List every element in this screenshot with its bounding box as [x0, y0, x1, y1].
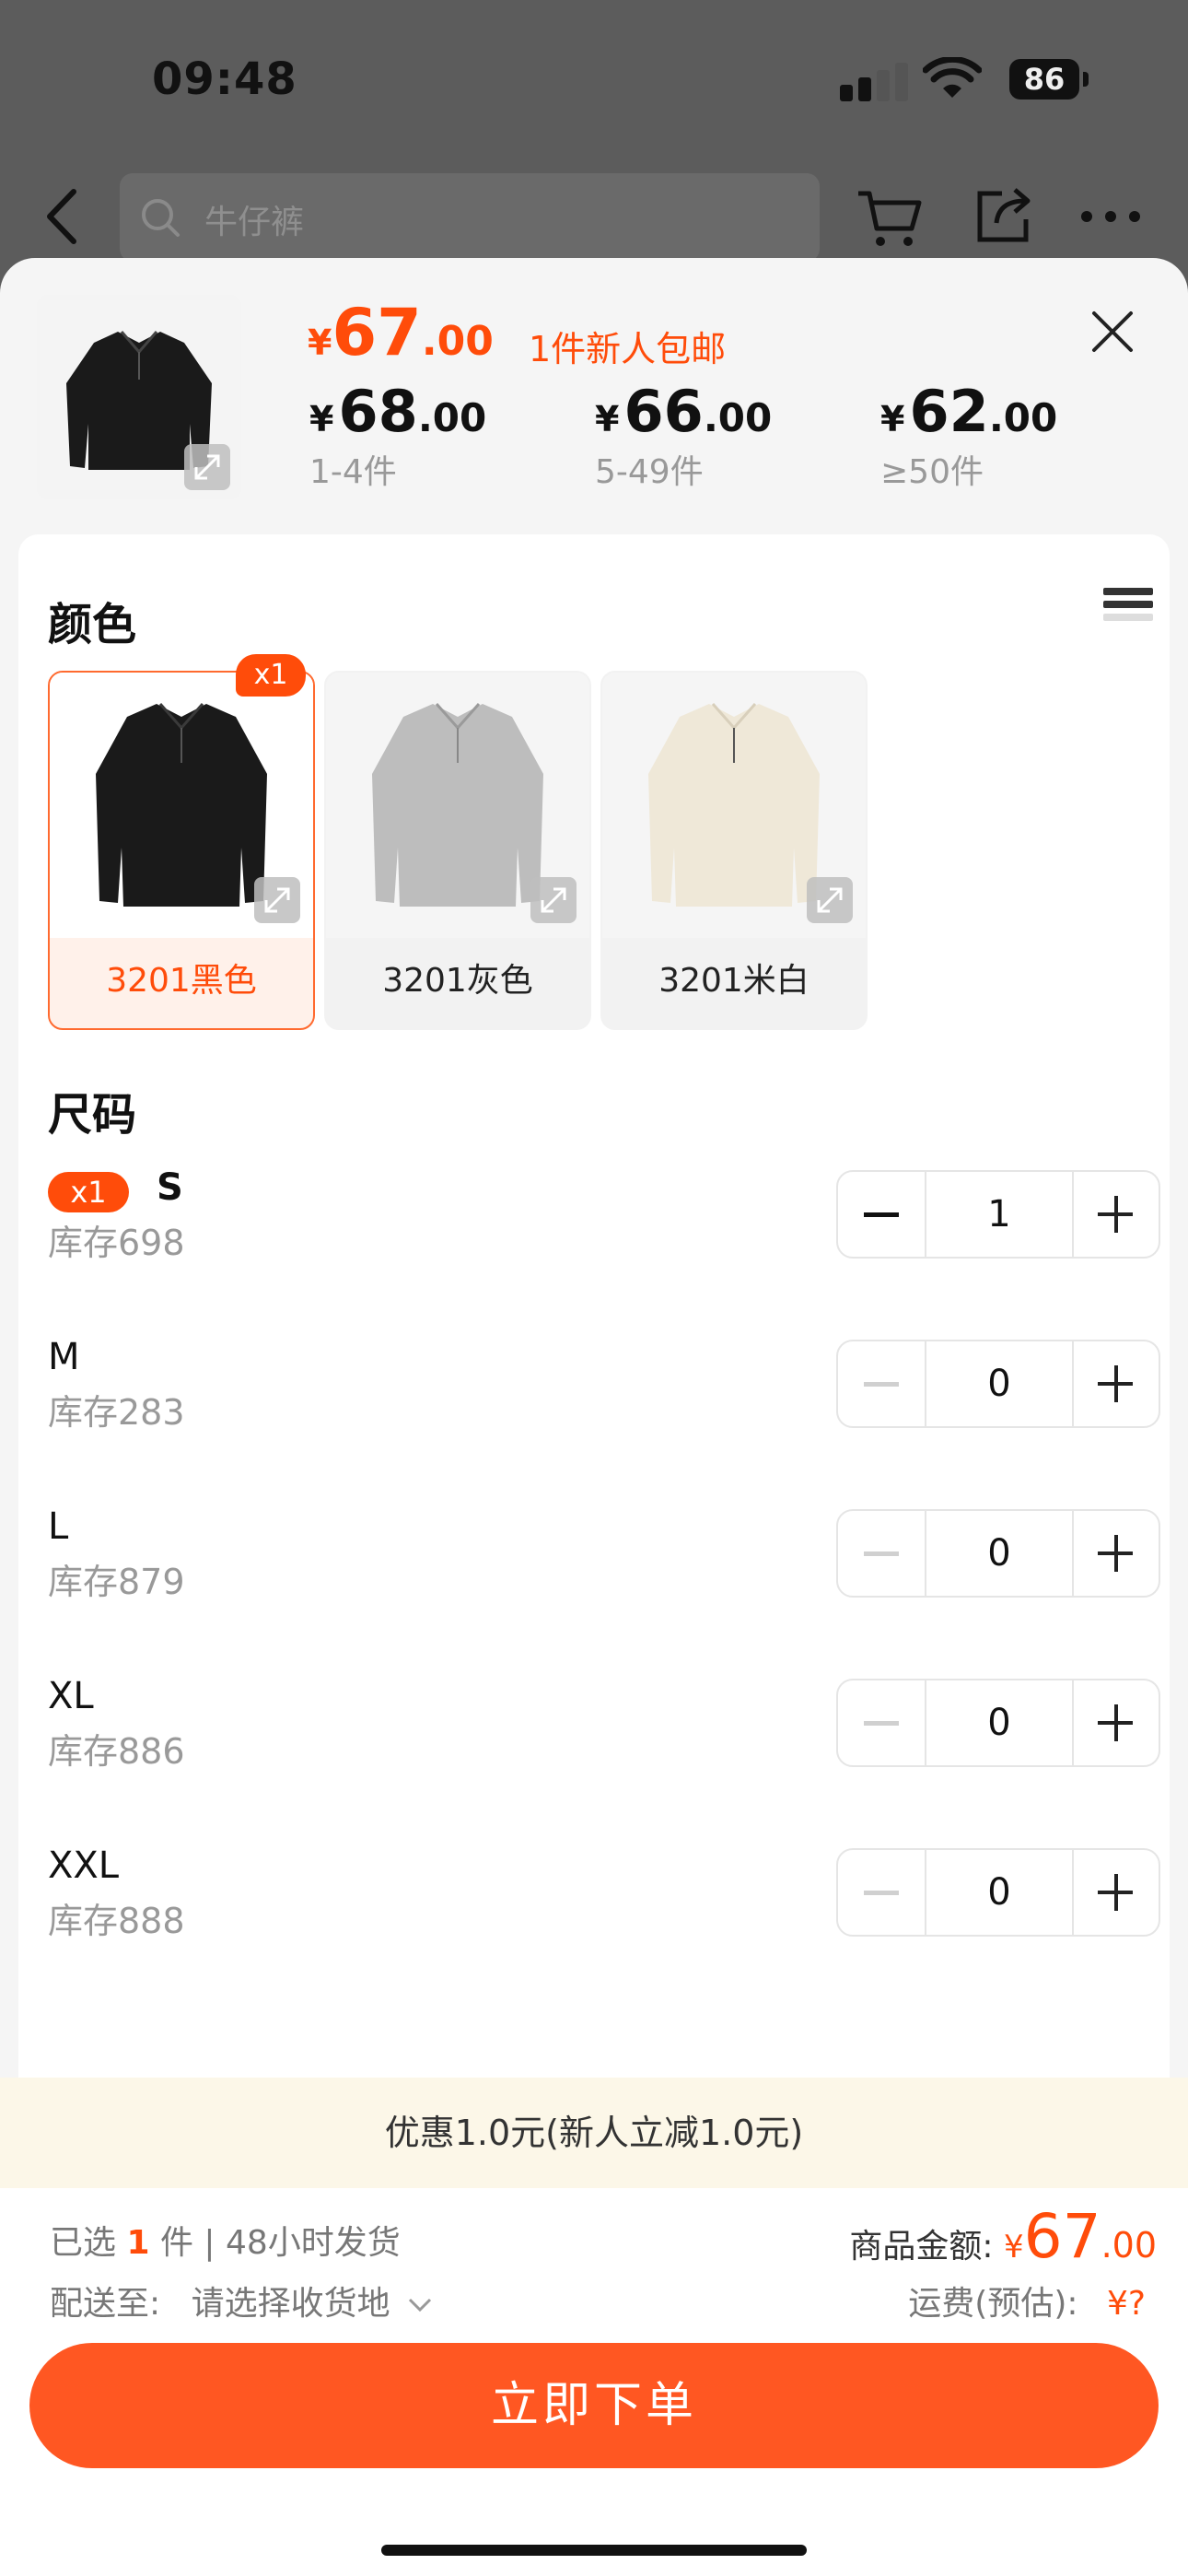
- quantity-stepper: 0: [836, 1848, 1160, 1937]
- current-price: ¥67.00: [308, 295, 494, 370]
- decrease-button[interactable]: [838, 1511, 926, 1596]
- price-tier: ¥ 68.00 1-4件: [309, 378, 487, 491]
- shipping-fee: 运费(预估): ¥?: [908, 2285, 1146, 2323]
- increase-button[interactable]: [1074, 1680, 1159, 1765]
- size-label: XL: [48, 1675, 94, 1717]
- selected-count-badge: x1: [48, 1172, 129, 1212]
- share-icon[interactable]: [971, 184, 1035, 249]
- search-placeholder: 牛仔裤: [204, 204, 305, 241]
- increase-button[interactable]: [1074, 1341, 1159, 1426]
- selected-count-badge: x1: [236, 654, 306, 697]
- color-option-image: [326, 673, 589, 938]
- size-row: x1 S 库存698 1: [48, 1166, 1162, 1277]
- cart-icon[interactable]: [855, 182, 925, 252]
- color-option[interactable]: 3201灰色: [324, 671, 591, 1030]
- close-icon[interactable]: [1087, 306, 1138, 357]
- color-section-title: 颜色: [48, 599, 137, 650]
- quantity-value[interactable]: 0: [926, 1341, 1074, 1426]
- increase-button[interactable]: [1074, 1172, 1159, 1257]
- price-tier: ¥ 62.00 ≥50件: [880, 378, 1058, 491]
- quantity-value[interactable]: 1: [926, 1172, 1074, 1257]
- increase-button[interactable]: [1074, 1511, 1159, 1596]
- tier-range: ≥50件: [880, 453, 984, 491]
- size-stock: 库存879: [48, 1562, 185, 1602]
- size-row: M 库存283 0: [48, 1336, 1162, 1446]
- decrease-button[interactable]: [838, 1850, 926, 1935]
- battery-indicator: 86: [1009, 59, 1089, 100]
- home-indicator: [381, 2545, 807, 2556]
- expand-icon[interactable]: [530, 877, 577, 923]
- search-icon: [142, 199, 180, 237]
- product-thumbnail[interactable]: [37, 295, 241, 499]
- options-card: 颜色 3201黑色 x1 3201灰色 3201米白 尺码 x1 S 库存698…: [18, 534, 1170, 2322]
- size-stock: 库存886: [48, 1731, 185, 1772]
- minus-icon: [864, 1891, 899, 1895]
- size-label: XXL: [48, 1844, 120, 1887]
- minus-icon: [864, 1382, 899, 1387]
- color-option-label: 3201黑色: [106, 962, 257, 1000]
- increase-button[interactable]: [1074, 1850, 1159, 1935]
- quantity-stepper: 0: [836, 1509, 1160, 1598]
- delivery-address[interactable]: 配送至: 请选择收货地: [50, 2277, 434, 2324]
- decrease-button[interactable]: [838, 1341, 926, 1426]
- checkout-footer: 已选 1 件 | 48小时发货 配送至: 请选择收货地 商品金额: ¥67.00…: [0, 2188, 1188, 2576]
- size-section-title: 尺码: [48, 1089, 137, 1141]
- quantity-stepper: 0: [836, 1679, 1160, 1767]
- status-time: 09:48: [152, 53, 297, 105]
- color-option-image: [602, 673, 866, 938]
- color-option-label: 3201灰色: [382, 962, 533, 1000]
- quantity-stepper: 1: [836, 1170, 1160, 1259]
- color-option-image: [50, 673, 313, 938]
- selection-summary: 已选 1 件 | 48小时发货: [50, 2224, 401, 2262]
- chevron-down-icon: [409, 2298, 432, 2313]
- decrease-button[interactable]: [838, 1172, 926, 1257]
- minus-icon: [864, 1551, 899, 1556]
- color-option[interactable]: 3201黑色: [48, 671, 315, 1030]
- size-label: M: [48, 1336, 80, 1378]
- decrease-button[interactable]: [838, 1680, 926, 1765]
- expand-icon[interactable]: [807, 877, 853, 923]
- more-options-icon[interactable]: [1077, 186, 1144, 247]
- price-tier: ¥ 66.00 5-49件: [595, 378, 773, 491]
- expand-icon[interactable]: [184, 444, 230, 490]
- goods-amount: 商品金额: ¥67.00: [849, 2201, 1157, 2272]
- search-bar[interactable]: 牛仔裤: [120, 173, 820, 262]
- color-option[interactable]: 3201米白: [600, 671, 868, 1030]
- wifi-icon: [923, 57, 982, 98]
- quantity-value[interactable]: 0: [926, 1680, 1074, 1765]
- page-header: 牛仔裤: [0, 166, 1188, 267]
- size-stock: 库存283: [48, 1392, 185, 1433]
- back-arrow-icon[interactable]: [41, 186, 87, 247]
- color-option-label: 3201米白: [658, 962, 809, 1000]
- size-row: L 库存879 0: [48, 1505, 1162, 1616]
- minus-icon: [864, 1721, 899, 1726]
- quantity-value[interactable]: 0: [926, 1850, 1074, 1935]
- tier-range: 5-49件: [595, 453, 704, 491]
- new-user-promo-tag: 1件新人包邮: [529, 329, 727, 369]
- discount-banner: 优惠1.0元(新人立减1.0元): [0, 2078, 1188, 2188]
- minus-icon: [864, 1212, 899, 1217]
- tier-range: 1-4件: [309, 453, 397, 491]
- size-stock: 库存698: [48, 1223, 185, 1263]
- cellular-signal-icon: [840, 61, 919, 101]
- size-row: XL 库存886 0: [48, 1675, 1162, 1786]
- expand-icon[interactable]: [254, 877, 300, 923]
- size-stock: 库存888: [48, 1901, 185, 1941]
- quantity-value[interactable]: 0: [926, 1511, 1074, 1596]
- quantity-stepper: 0: [836, 1340, 1160, 1428]
- status-bar: 09:48 86: [0, 0, 1188, 157]
- size-row: XXL 库存888 0: [48, 1844, 1162, 1955]
- sku-selector-sheet: ¥67.00 1件新人包邮 ¥ 68.00 1-4件 ¥ 66.00 5-49件…: [0, 258, 1188, 2576]
- size-label: L: [48, 1505, 69, 1548]
- buy-now-button[interactable]: 立即下单: [29, 2343, 1159, 2468]
- list-view-toggle-icon[interactable]: [1103, 588, 1153, 638]
- size-label: S: [157, 1166, 183, 1209]
